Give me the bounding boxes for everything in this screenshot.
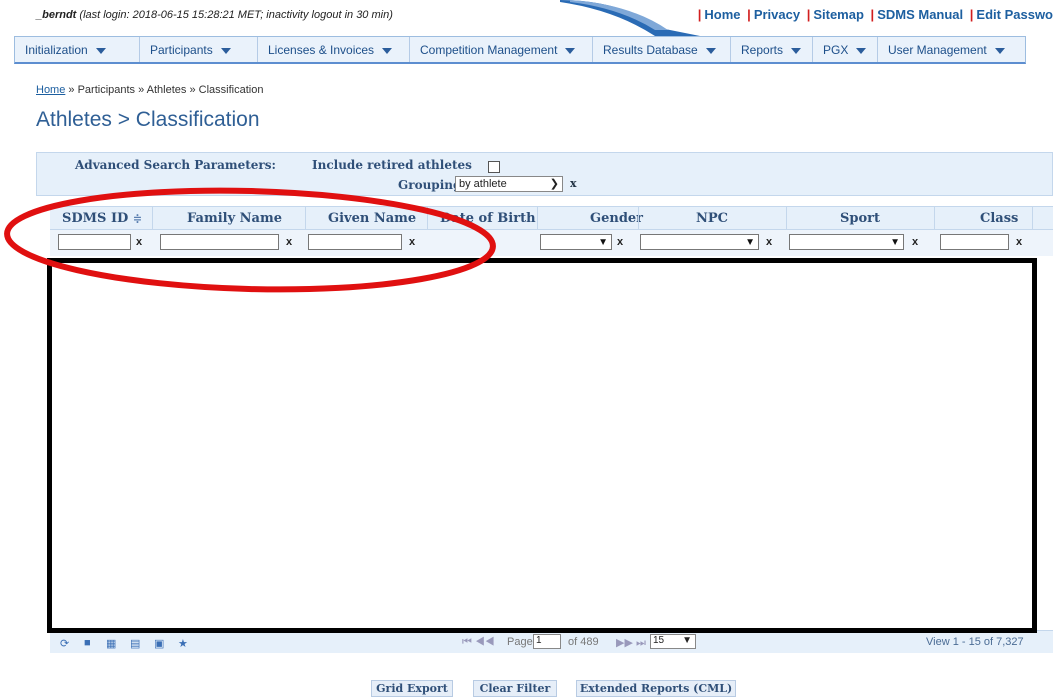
filter-sport-select[interactable]: ▼ [789, 234, 904, 250]
edit-icon[interactable]: ▦ [106, 637, 116, 650]
col-header-npc[interactable]: NPC [696, 211, 728, 226]
menu-label: Participants [150, 42, 213, 57]
caret-down-icon [791, 47, 802, 54]
menu-label: Reports [741, 42, 784, 57]
top-link-privacy[interactable]: Privacy [754, 7, 800, 22]
col-header-class[interactable]: Class [980, 211, 1018, 226]
top-bar: _berndt (last login: 2018-06-15 15:28:21… [0, 0, 1053, 36]
page-label: Page [507, 636, 533, 648]
grid-export-button[interactable]: Grid Export [371, 680, 453, 697]
breadcrumb: Home » Participants » Athletes » Classif… [36, 84, 263, 96]
grid-pager: ⟳ ■ ▦ ▤ ▣ ★ ⏮ ◀◀ Page 1 of 489 ▶▶ ⏭ 15 ▼ … [50, 630, 1053, 653]
add-icon[interactable]: ■ [84, 637, 91, 649]
col-header-gender[interactable]: Gender [590, 211, 643, 226]
filter-sport-clear[interactable]: x [912, 236, 918, 248]
first-page-icon[interactable]: ⏮ ◀◀ [462, 636, 495, 649]
filter-gender-select[interactable]: ▼ [540, 234, 612, 250]
menu-label: User Management [888, 42, 987, 57]
menu-reports[interactable]: Reports [731, 37, 813, 62]
next-page-icon[interactable]: ▶▶ ⏭ [616, 636, 646, 650]
menu-label: Initialization [25, 42, 88, 57]
filter-gender-clear[interactable]: x [617, 236, 623, 248]
filter-npc-select[interactable]: ▼ [640, 234, 759, 250]
rows-per-page-select[interactable]: 15 ▼ [650, 634, 696, 649]
view-icon[interactable]: ▤ [130, 637, 140, 650]
username: _berndt [36, 9, 77, 21]
filter-class-clear[interactable]: x [1016, 236, 1022, 248]
top-link-edit-password[interactable]: Edit Passwo [976, 7, 1053, 22]
highlight-ellipse-annotation [4, 187, 496, 293]
login-details: (last login: 2018-06-15 15:28:21 MET; in… [79, 9, 393, 21]
menu-initialization[interactable]: Initialization [15, 37, 140, 62]
header-swoosh-graphic [560, 0, 700, 36]
extended-reports-button[interactable]: Extended Reports (CML) [576, 680, 736, 697]
clear-filter-button[interactable]: Clear Filter [473, 680, 557, 697]
chevron-down-icon: ❯ [549, 178, 559, 190]
caret-down-icon [382, 47, 393, 54]
page-count-label: of 489 [568, 636, 599, 648]
advanced-search-label: Advanced Search Parameters: [75, 158, 276, 172]
view-record-count: View 1 - 15 of 7,327 [926, 636, 1024, 648]
caret-down-icon [95, 47, 106, 54]
chevron-down-icon: ▼ [598, 237, 608, 248]
top-link-sitemap[interactable]: Sitemap [813, 7, 864, 22]
col-header-sport[interactable]: Sport [840, 211, 880, 226]
menu-pgx[interactable]: PGX [813, 37, 878, 62]
menu-participants[interactable]: Participants [140, 37, 258, 62]
menu-results-database[interactable]: Results Database [593, 37, 731, 62]
menu-label: Licenses & Invoices [268, 42, 375, 57]
caret-down-icon [220, 47, 231, 54]
chevron-down-icon: ▼ [745, 237, 755, 248]
top-link-home[interactable]: Home [704, 7, 740, 22]
menu-label: PGX [823, 42, 849, 57]
star-icon[interactable]: ★ [178, 637, 188, 650]
filter-npc-clear[interactable]: x [766, 236, 772, 248]
page-title: Athletes > Classification [36, 108, 260, 131]
menu-licenses-invoices[interactable]: Licenses & Invoices [258, 37, 410, 62]
user-login-info: _berndt (last login: 2018-06-15 15:28:21… [36, 9, 393, 21]
caret-down-icon [994, 47, 1005, 54]
chevron-down-icon: ▼ [682, 635, 692, 646]
chevron-down-icon: ▼ [890, 237, 900, 248]
breadcrumb-home-link[interactable]: Home [36, 84, 65, 96]
main-menu: Initialization Participants Licenses & I… [14, 36, 1026, 64]
top-links: | Home | Privacy | Sitemap | SDMS Manual | Ed… [697, 7, 1053, 22]
caret-down-icon [856, 47, 867, 54]
breadcrumb-path: » Participants » Athletes » Classificati… [65, 84, 264, 96]
menu-label: Competition Management [420, 42, 558, 57]
caret-down-icon [705, 47, 716, 54]
top-link-sdms-manual[interactable]: SDMS Manual [877, 7, 963, 22]
refresh-icon[interactable]: ⟳ [60, 637, 69, 650]
menu-user-management[interactable]: User Management [878, 37, 1023, 62]
include-retired-label: Include retired athletes [312, 158, 472, 172]
caret-down-icon [565, 47, 576, 54]
filter-class-input[interactable] [940, 234, 1009, 250]
grouping-clear-button[interactable]: x [570, 177, 577, 190]
include-retired-checkbox[interactable] [488, 161, 500, 173]
redaction-box [47, 258, 1037, 633]
menu-competition-management[interactable]: Competition Management [410, 37, 593, 62]
page-number-input[interactable]: 1 [533, 634, 561, 649]
menu-label: Results Database [603, 42, 698, 57]
rows-per-page-value: 15 [653, 635, 665, 646]
save-icon[interactable]: ▣ [154, 637, 164, 650]
